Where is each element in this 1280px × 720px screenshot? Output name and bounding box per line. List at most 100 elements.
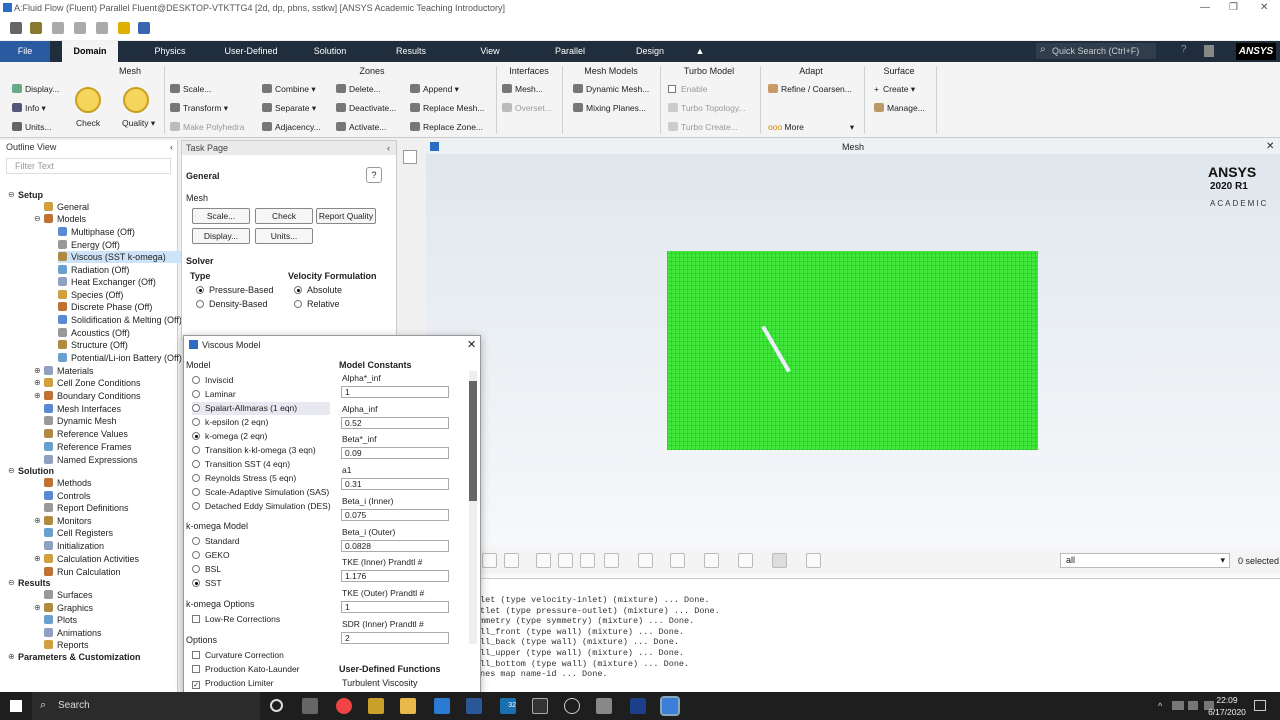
model-radio-option[interactable]: k-epsilon (2 eqn) — [192, 416, 268, 429]
outline-item[interactable]: Structure (Off) — [58, 339, 128, 351]
low-re-checkbox[interactable]: Low-Re Corrections — [192, 613, 280, 626]
outline-item[interactable]: Heat Exchanger (Off) — [58, 276, 156, 288]
collapse-task-icon[interactable]: ‹ — [387, 141, 390, 155]
mesh-info-button[interactable]: Info ▾ — [12, 102, 46, 114]
deactivate-button[interactable]: Deactivate... — [336, 102, 396, 114]
notes-icon[interactable] — [806, 553, 821, 568]
outline-item[interactable]: Named Expressions — [44, 454, 138, 466]
task-display-button[interactable]: Display... — [192, 228, 250, 244]
quality-icon[interactable] — [123, 87, 149, 113]
cube-view-icon[interactable] — [704, 553, 719, 568]
mesh-quality-button[interactable]: Quality ▾ — [122, 117, 155, 129]
expand-toggle-icon[interactable]: ⊕ — [34, 378, 41, 387]
pressure-based-radio[interactable]: Pressure-Based — [196, 285, 274, 295]
mixing-planes-button[interactable]: Mixing Planes... — [573, 102, 646, 114]
chrome-icon[interactable] — [336, 698, 352, 714]
replace-mesh-button[interactable]: Replace Mesh... — [410, 102, 484, 114]
outline-item[interactable]: Potential/Li-ion Battery (Off) — [58, 352, 182, 364]
model-radio-option[interactable]: Spalart-Allmaras (1 eqn) — [192, 402, 330, 415]
probe-icon[interactable] — [638, 553, 653, 568]
clock-time[interactable]: 22:09 — [1212, 695, 1242, 705]
outline-item[interactable]: Controls — [44, 490, 91, 502]
outline-item[interactable]: Solution — [18, 465, 54, 477]
collapse-ribbon-icon[interactable]: ▲ — [692, 41, 708, 62]
outline-item[interactable]: Energy (Off) — [58, 239, 120, 251]
absolute-radio[interactable]: Absolute — [294, 285, 342, 295]
zoom-out-icon[interactable] — [558, 553, 573, 568]
tab-user-defined[interactable]: User-Defined — [216, 41, 286, 62]
turbo-topology-button[interactable]: Turbo Topology... — [668, 102, 746, 114]
outline-item[interactable]: Results — [18, 577, 51, 589]
adjacency-button[interactable]: Adjacency... — [262, 121, 321, 133]
clear-icon[interactable] — [670, 553, 685, 568]
expand-toggle-icon[interactable]: ⊕ — [34, 366, 41, 375]
open-file-icon[interactable] — [30, 22, 42, 34]
tab-file[interactable]: File — [0, 41, 50, 62]
task-check-button[interactable]: Check — [255, 208, 313, 224]
selection-filter-dropdown[interactable]: all ▾ — [1060, 553, 1230, 568]
komega-radio-option[interactable]: GEKO — [192, 549, 230, 562]
tab-design[interactable]: Design — [624, 41, 676, 62]
console-window[interactable]: let (type velocity-inlet) (mixture) ... … — [480, 578, 1280, 692]
outline-item[interactable]: Multiphase (Off) — [58, 226, 135, 238]
outline-item[interactable]: Cell Registers — [44, 527, 113, 539]
minimize-icon[interactable]: — — [1200, 0, 1210, 16]
outline-item[interactable]: Discrete Phase (Off) — [58, 301, 152, 313]
fit-icon[interactable] — [504, 553, 519, 568]
outline-item[interactable]: Animations — [44, 627, 102, 639]
new-file-icon[interactable] — [10, 22, 22, 34]
outline-item[interactable]: Dynamic Mesh — [44, 415, 117, 427]
steam-icon[interactable] — [532, 698, 548, 714]
file-explorer-icon[interactable] — [400, 698, 416, 714]
clock-date[interactable]: 6/17/2020 — [1204, 707, 1250, 717]
transform-button[interactable]: Transform ▾ — [170, 102, 228, 114]
model-radio-option[interactable]: Reynolds Stress (5 eqn) — [192, 472, 296, 485]
tab-parallel[interactable]: Parallel — [542, 41, 598, 62]
outline-item[interactable]: Run Calculation — [44, 566, 121, 578]
constant-value-input[interactable]: 1 — [341, 386, 449, 398]
collapse-panel-icon[interactable]: ‹ — [170, 140, 173, 154]
outline-item[interactable]: Plots — [44, 614, 77, 626]
quick-search-input[interactable]: Quick Search (Ctrl+F) — [1036, 43, 1156, 59]
model-radio-option[interactable]: Laminar — [192, 388, 236, 401]
outline-item[interactable]: Monitors — [44, 515, 92, 527]
graphics-window[interactable]: Mesh ✕ ANSYS 2020 R1 ACADEMIC — [426, 140, 1280, 578]
make-polyhedra-button[interactable]: Make Polyhedra — [170, 121, 244, 133]
outline-item[interactable]: Reports — [44, 639, 89, 651]
redo-icon[interactable] — [96, 22, 108, 34]
model-radio-option[interactable]: Detached Eddy Simulation (DES) — [192, 500, 331, 513]
network-icon[interactable] — [1188, 701, 1198, 710]
outline-item[interactable]: Initialization — [44, 540, 104, 552]
task-units-button[interactable]: Units... — [255, 228, 313, 244]
outline-item[interactable]: Reference Frames — [44, 441, 132, 453]
outline-item[interactable]: Surfaces — [44, 589, 93, 601]
tray-chevron-icon[interactable]: ^ — [1158, 701, 1162, 711]
workbench-icon[interactable] — [596, 698, 612, 714]
overset-button[interactable]: Overset... — [502, 102, 552, 114]
relative-radio[interactable]: Relative — [294, 299, 340, 309]
fluent-taskbar-icon[interactable] — [660, 696, 680, 716]
outline-item[interactable]: Materials — [44, 365, 94, 377]
ansys-a-icon[interactable] — [118, 22, 130, 34]
option-checkbox[interactable]: ✓ Production Limiter — [192, 677, 274, 690]
constant-value-input[interactable]: 1.176 — [341, 570, 449, 583]
outline-item[interactable]: Reference Values — [44, 428, 128, 440]
notes-icon[interactable] — [1204, 45, 1214, 57]
dynamic-mesh-button[interactable]: Dynamic Mesh... — [573, 83, 649, 95]
taskbar-search-box[interactable]: Search — [32, 692, 260, 720]
axes-icon[interactable] — [580, 553, 595, 568]
outline-item[interactable]: Report Definitions — [44, 502, 129, 514]
model-radio-option[interactable]: Transition k-kl-omega (3 eqn) — [192, 444, 316, 457]
expand-toggle-icon[interactable]: ⊖ — [8, 578, 15, 587]
outline-item[interactable]: Species (Off) — [58, 289, 123, 301]
scale-button[interactable]: Scale... — [170, 83, 211, 95]
outline-item[interactable]: Mesh Interfaces — [44, 403, 121, 415]
constant-value-input[interactable]: 0.52 — [341, 416, 449, 429]
mail-icon[interactable] — [434, 698, 450, 714]
separate-button[interactable]: Separate ▾ — [262, 102, 316, 114]
scrollbar-thumb[interactable] — [469, 381, 477, 501]
turbo-create-button[interactable]: Turbo Create... — [668, 121, 738, 133]
model-radio-option[interactable]: Transition SST (4 eqn) — [192, 458, 290, 471]
tab-physics[interactable]: Physics — [140, 41, 200, 62]
task-scale-button[interactable]: Scale... — [192, 208, 250, 224]
